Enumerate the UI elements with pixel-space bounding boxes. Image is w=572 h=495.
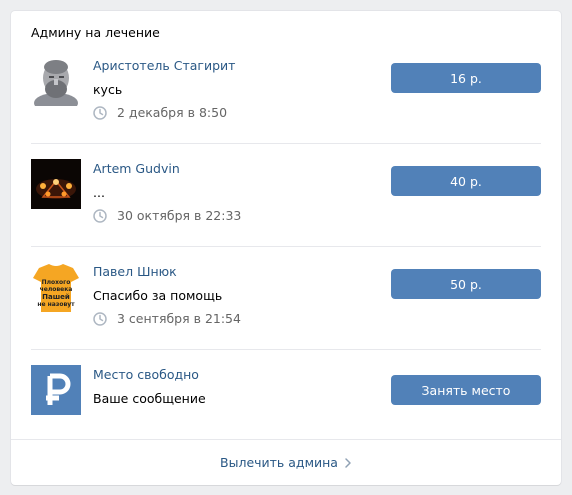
time-text: 3 сентября в 21:54 (117, 311, 241, 326)
widget-title: Админу на лечение (31, 25, 160, 40)
time-text: 30 октября в 22:33 (117, 208, 242, 223)
cure-admin-label: Вылечить админа (220, 455, 338, 470)
free-slot-title[interactable]: Место свободно (93, 367, 199, 382)
donor-row: Плохого человека Пашей не назовут Павел … (31, 262, 541, 332)
svg-text:человека: человека (40, 286, 73, 293)
donor-row: Artem Gudvin ... 30 октября в 22:33 40 р… (31, 159, 541, 229)
orange-tshirt-photo: Плохого человека Пашей не назовут (31, 262, 81, 312)
donor-name[interactable]: Artem Gudvin (93, 161, 180, 176)
donor-name[interactable]: Аристотель Стагирит (93, 58, 235, 73)
free-slot-row: Место свободно Ваше сообщение Занять мес… (31, 365, 541, 420)
take-slot-button[interactable]: Занять место (391, 375, 541, 405)
divider (31, 349, 541, 350)
donation-amount-button[interactable]: 16 р. (391, 63, 541, 93)
svg-text:Пашей: Пашей (42, 293, 70, 301)
avatar[interactable] (31, 56, 81, 106)
svg-text:Плохого: Плохого (42, 279, 71, 286)
clock-icon (93, 208, 107, 223)
candles-dark-photo (31, 159, 81, 209)
aristotle-bust-photo (31, 56, 81, 106)
donor-time: 3 сентября в 21:54 (93, 311, 241, 326)
clock-icon (93, 105, 107, 120)
donor-time: 2 декабря в 8:50 (93, 105, 227, 120)
donor-message: Спасибо за помощь (93, 288, 223, 303)
clock-icon (93, 311, 107, 326)
donation-amount-button[interactable]: 50 р. (391, 269, 541, 299)
avatar[interactable]: Плохого человека Пашей не назовут (31, 262, 81, 312)
ruble-avatar[interactable] (31, 365, 81, 415)
divider (31, 246, 541, 247)
donor-message: кусь (93, 82, 123, 97)
donor-time: 30 октября в 22:33 (93, 208, 241, 223)
cure-admin-link[interactable]: Вылечить админа (11, 440, 561, 485)
time-text: 2 декабря в 8:50 (117, 105, 228, 120)
donation-amount-button[interactable]: 40 р. (391, 166, 541, 196)
donor-row: Аристотель Стагирит кусь 2 декабря в 8:5… (31, 56, 541, 126)
donor-message: ... (93, 185, 105, 200)
ruble-icon (31, 365, 81, 415)
donor-name[interactable]: Павел Шнюк (93, 264, 177, 279)
chevron-right-icon (345, 457, 351, 468)
svg-text:не назовут: не назовут (37, 301, 75, 308)
avatar[interactable] (31, 159, 81, 209)
donation-widget: Админу на лечение Аристотель Стагирит ку… (11, 11, 561, 485)
free-slot-message: Ваше сообщение (93, 391, 206, 406)
divider (31, 143, 541, 144)
